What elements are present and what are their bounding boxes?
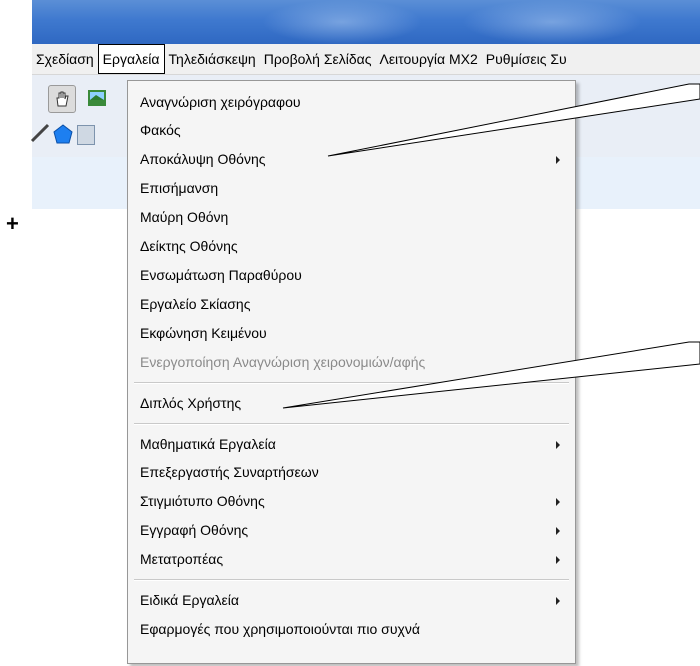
menu-item-frequent-apps[interactable]: Εφαρμογές που χρησιμοποιούνται πιο συχνά bbox=[140, 616, 420, 642]
menu-design[interactable]: Σχεδίαση bbox=[32, 44, 98, 74]
menu-item-screen-recording[interactable]: Εγγραφή Οθόνης bbox=[140, 517, 248, 543]
menu-item-gesture-recognition: Ενεργοποίηση Αναγνώριση χειρονομιών/αφής bbox=[140, 354, 426, 370]
menu-page-view[interactable]: Προβολή Σελίδας bbox=[260, 44, 376, 74]
submenu-arrow-icon bbox=[556, 156, 560, 164]
menu-item-magnifier[interactable]: Φακός bbox=[140, 117, 181, 143]
menu-separator bbox=[134, 423, 569, 425]
menu-item-embed-window[interactable]: Ενσωμάτωση Παραθύρου bbox=[140, 262, 302, 288]
submenu-arrow-icon bbox=[556, 441, 560, 449]
menu-item-text-to-speech[interactable]: Εκφώνηση Κειμένου bbox=[140, 320, 267, 346]
menu-item-screen-reveal[interactable]: Αποκάλυψη Οθόνης bbox=[140, 146, 265, 172]
menu-item-highlight[interactable]: Επισήμανση bbox=[140, 175, 218, 201]
menu-item-math-tools[interactable]: Μαθηματικά Εργαλεία bbox=[140, 431, 276, 457]
menu-separator bbox=[134, 579, 569, 581]
tools-dropdown-menu: Αναγνώριση χειρόγραφου Φακός Αποκάλυψη Ο… bbox=[127, 80, 576, 664]
submenu-arrow-icon bbox=[556, 556, 560, 564]
menu-teleconference[interactable]: Τηλεδιάσκεψη bbox=[165, 44, 260, 74]
menu-item-shade-tool[interactable]: Εργαλείο Σκίασης bbox=[140, 291, 250, 317]
menu-settings[interactable]: Ρυθμίσεις Συ bbox=[482, 44, 571, 74]
menu-item-dual-user[interactable]: Διπλός Χρήστης bbox=[140, 390, 241, 416]
menu-item-converter[interactable]: Μετατροπέας bbox=[140, 546, 223, 572]
shape-tool-icon[interactable] bbox=[77, 125, 95, 145]
menu-item-special-tools[interactable]: Ειδικά Εργαλεία bbox=[140, 587, 239, 613]
menu-item-black-screen[interactable]: Μαύρη Οθόνη bbox=[140, 204, 228, 230]
image-tool-icon[interactable] bbox=[86, 87, 108, 109]
window-titlebar bbox=[32, 0, 700, 44]
menu-item-handwriting-recognition[interactable]: Αναγνώριση χειρόγραφου bbox=[140, 89, 301, 115]
titlebar-glow bbox=[262, 0, 422, 44]
menu-item-screen-pointer[interactable]: Δείκτης Οθόνης bbox=[140, 233, 238, 259]
titlebar-glow-2 bbox=[462, 0, 642, 44]
submenu-arrow-icon bbox=[556, 498, 560, 506]
menu-bar-items: Σχεδίαση Εργαλεία Τηλεδιάσκεψη Προβολή Σ… bbox=[32, 44, 571, 74]
crosshair-mark: + bbox=[6, 211, 19, 236]
submenu-arrow-icon bbox=[556, 527, 560, 535]
line-tool-icon[interactable] bbox=[28, 121, 52, 145]
pentagon-tool-icon[interactable] bbox=[52, 123, 74, 145]
menu-separator bbox=[134, 382, 569, 384]
hand-tool-icon[interactable] bbox=[48, 85, 76, 113]
submenu-arrow-icon bbox=[556, 597, 560, 605]
menu-mx2-mode[interactable]: Λειτουργία ΜΧ2 bbox=[375, 44, 481, 74]
menu-item-function-editor[interactable]: Επεξεργαστής Συναρτήσεων bbox=[140, 459, 319, 485]
menu-item-screenshot[interactable]: Στιγμιότυπο Οθόνης bbox=[140, 488, 265, 514]
menu-tools[interactable]: Εργαλεία bbox=[97, 44, 165, 74]
menu-bar: Σχεδίαση Εργαλεία Τηλεδιάσκεψη Προβολή Σ… bbox=[32, 44, 700, 75]
